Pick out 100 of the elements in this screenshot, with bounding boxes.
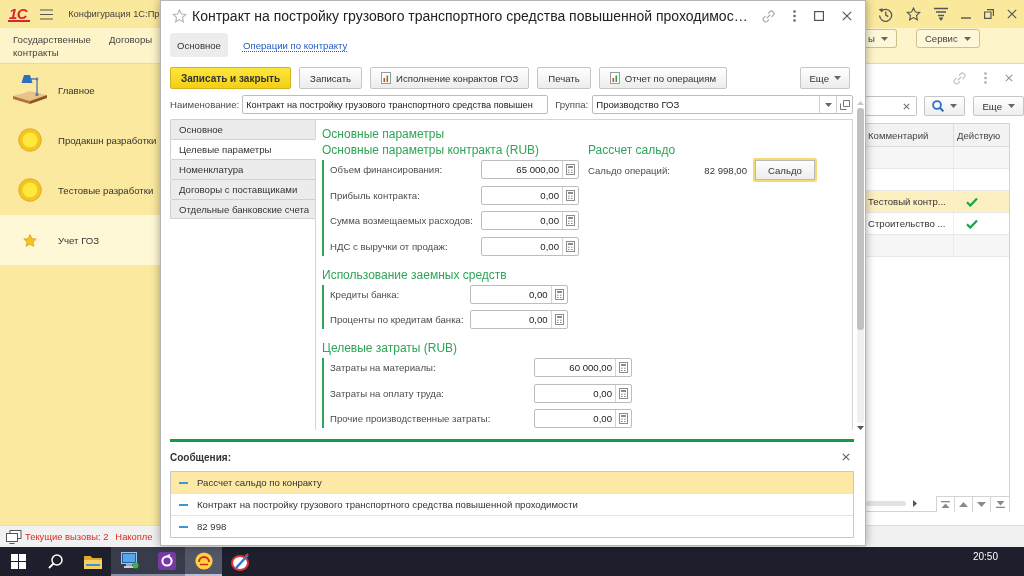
tab[interactable]: Операции по контракту xyxy=(235,33,355,57)
sidebar-item[interactable]: Тестовые разработки xyxy=(0,165,160,215)
field-label: Затраты на материалы: xyxy=(330,362,437,373)
star-icon[interactable] xyxy=(906,7,921,21)
calculator-icon[interactable] xyxy=(554,314,564,325)
number-field[interactable]: 0,00 xyxy=(534,409,632,428)
taskbar-button[interactable] xyxy=(111,547,148,576)
star-icon[interactable] xyxy=(172,9,187,23)
sidebar-item[interactable]: Продакшн разработки xyxy=(0,115,160,165)
section-link[interactable]: Договоры xyxy=(109,33,153,46)
link-icon[interactable] xyxy=(953,71,966,85)
report-button[interactable]: Отчет по операциям xyxy=(598,67,727,89)
table-row[interactable]: Строительство ... xyxy=(866,213,1009,235)
scroll-down-icon[interactable] xyxy=(857,426,864,430)
command-button[interactable]: Печать xyxy=(537,67,591,89)
page-tab[interactable]: Номенклатура xyxy=(170,159,316,179)
status-text[interactable]: Текущие вызовы: 2 xyxy=(25,531,109,542)
nav-button[interactable] xyxy=(955,496,973,512)
page-tab[interactable]: Отдельные банковские счета xyxy=(170,199,316,219)
scrollbar-thumb[interactable] xyxy=(857,108,864,330)
text-field[interactable]: Контракт на постройку грузового транспортного средства повышен xyxy=(242,95,549,114)
search-icon xyxy=(932,100,945,112)
maximize-icon[interactable] xyxy=(814,11,824,21)
monitor-icon[interactable] xyxy=(6,529,22,544)
report-button[interactable]: Исполнение конрактов ГОЗ xyxy=(370,67,530,89)
number-field[interactable]: 0,00 xyxy=(534,383,632,403)
app-title: Конфигурация 1С:Пр xyxy=(68,9,160,19)
lines-icon[interactable] xyxy=(934,7,948,21)
group-heading: Целевые затраты (RUB) xyxy=(322,340,459,356)
desk-lamp-icon xyxy=(12,74,48,106)
report-icon xyxy=(381,72,392,84)
restore-icon[interactable] xyxy=(984,9,994,19)
field-label: Наименование: xyxy=(170,99,240,110)
page-tab[interactable]: Целевые параметры xyxy=(170,139,316,159)
column-header[interactable]: Действую xyxy=(954,124,1009,146)
close-icon[interactable] xyxy=(903,102,911,110)
number-field[interactable]: 0,00 xyxy=(481,211,579,230)
number-field[interactable]: 0,00 xyxy=(469,310,568,329)
balance-button[interactable]: Сальдо xyxy=(753,158,817,182)
select-field[interactable]: Производство ГОЗ xyxy=(592,95,853,114)
calculator-icon[interactable] xyxy=(554,288,564,300)
table-row[interactable]: Тестовый контр... xyxy=(866,191,1009,213)
search-field[interactable] xyxy=(866,96,918,116)
menu-button[interactable]: ы xyxy=(866,29,897,48)
close-icon[interactable] xyxy=(842,453,850,461)
group-heading: Использование заемных средств xyxy=(322,266,508,283)
primary-button[interactable]: Записать и закрыть xyxy=(170,67,292,89)
calculator-icon[interactable] xyxy=(566,240,575,252)
more-icon[interactable] xyxy=(793,10,796,22)
number-field[interactable]: 0,00 xyxy=(481,236,579,256)
status-text[interactable]: Накопле xyxy=(115,531,153,542)
section-link[interactable]: Государственные контракты xyxy=(13,33,93,59)
message-row[interactable]: 82 998 xyxy=(171,516,853,537)
more-button[interactable]: Еще xyxy=(800,67,850,89)
field-label: НДС с выручки от продаж: xyxy=(330,240,449,252)
page-tab[interactable]: Основное xyxy=(170,119,316,139)
clock-time: 20:50 xyxy=(972,550,999,564)
nav-button[interactable] xyxy=(973,496,991,512)
sidebar-item[interactable]: Главное xyxy=(0,65,160,115)
number-field[interactable]: 0,00 xyxy=(469,284,568,304)
calculator-icon[interactable] xyxy=(619,413,628,424)
more-button[interactable]: Еще xyxy=(973,96,1024,116)
calculator-icon[interactable] xyxy=(619,362,628,373)
top-arrow-icon xyxy=(941,500,950,508)
taskbar-button[interactable] xyxy=(148,547,185,576)
open-icon[interactable] xyxy=(839,99,850,110)
command-button[interactable]: Записать xyxy=(299,67,363,89)
calculator-icon[interactable] xyxy=(566,215,575,226)
menu-icon[interactable] xyxy=(40,8,54,20)
taskbar-button[interactable] xyxy=(185,547,222,576)
number-field[interactable]: 65 000,00 xyxy=(481,160,579,179)
tab[interactable]: Основное xyxy=(170,33,228,57)
nav-button[interactable] xyxy=(937,496,955,512)
calculator-icon[interactable] xyxy=(566,189,575,201)
field-label: Прочие производственные затраты: xyxy=(330,413,492,424)
field-label: Сумма возмещаемых расходов: xyxy=(330,215,474,226)
disc-icon xyxy=(194,551,213,570)
message-row[interactable]: Контракт на постройку грузового транспортного средства повышенной проходимости xyxy=(171,494,853,516)
close-icon[interactable] xyxy=(1007,9,1017,19)
sidebar-item[interactable]: Учет ГОЗ xyxy=(0,215,160,265)
number-field[interactable]: 0,00 xyxy=(481,185,579,205)
scrollbar-thumb[interactable] xyxy=(866,501,906,506)
scrollbar-track[interactable] xyxy=(857,108,864,423)
link-icon[interactable] xyxy=(762,9,775,23)
message-row[interactable]: Рассчет сальдо по конракту xyxy=(171,472,853,494)
number-field[interactable]: 60 000,00 xyxy=(534,358,632,377)
windows-icon[interactable] xyxy=(11,554,26,569)
menu-button[interactable]: Сервис xyxy=(915,29,980,48)
calculator-icon[interactable] xyxy=(566,164,575,175)
field-label: Объем финансирования: xyxy=(330,164,444,175)
field-label: Группа: xyxy=(555,99,589,110)
search-button[interactable] xyxy=(924,96,966,116)
table-cell: Тестовый контр... xyxy=(868,196,946,207)
search-icon[interactable] xyxy=(48,554,63,569)
close-icon[interactable] xyxy=(842,11,852,21)
app-logo[interactable]: 1С xyxy=(8,6,31,22)
history-icon[interactable] xyxy=(878,6,893,22)
scroll-right-icon[interactable] xyxy=(913,500,917,507)
calculator-icon[interactable] xyxy=(619,387,628,399)
page-tab[interactable]: Договоры с поставщиками xyxy=(170,179,316,199)
